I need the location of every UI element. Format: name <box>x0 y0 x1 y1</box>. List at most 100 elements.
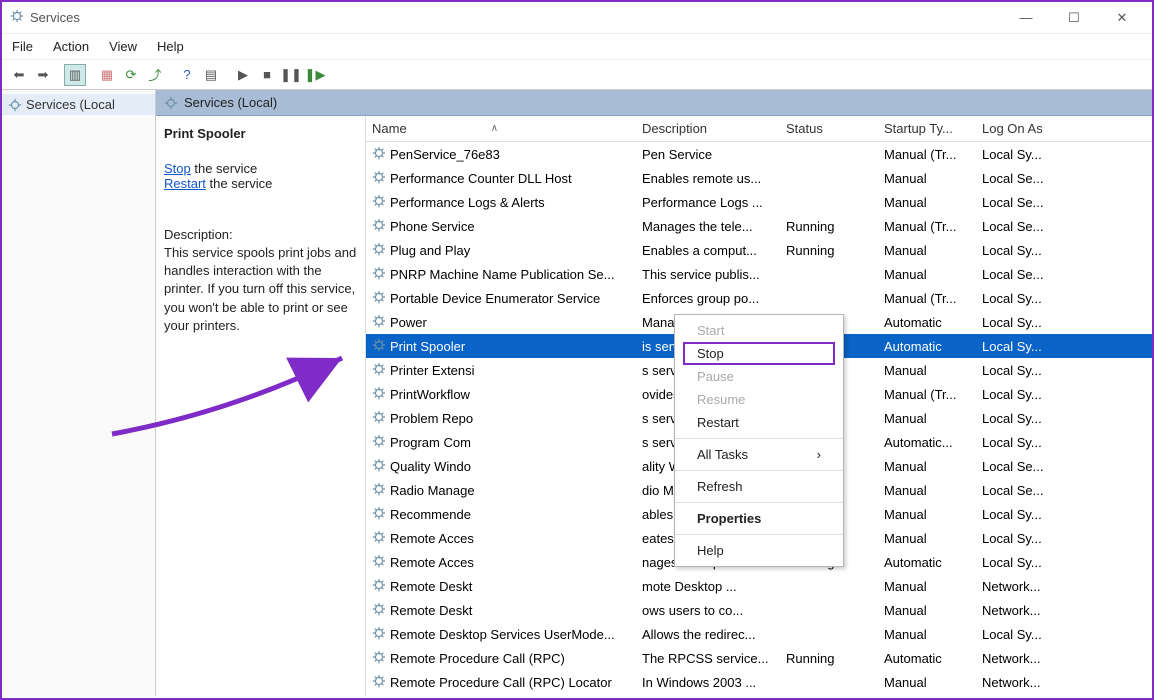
service-desc-cell: This service publis... <box>642 267 786 282</box>
service-row[interactable]: Remote Procedure Call (RPC) LocatorIn Wi… <box>366 670 1152 694</box>
stop-service-button[interactable]: ■ <box>256 64 278 86</box>
gear-icon <box>372 386 386 403</box>
column-header-name[interactable]: Name∧ <box>372 121 642 136</box>
service-name-cell: Plug and Play <box>390 243 470 258</box>
service-startup-cell: Manual <box>884 579 982 594</box>
service-name-cell: Performance Counter DLL Host <box>390 171 572 186</box>
service-name-cell: Phone Service <box>390 219 475 234</box>
service-startup-cell: Manual (Tr... <box>884 387 982 402</box>
refresh-button[interactable]: ⟳ <box>120 64 142 86</box>
service-row[interactable]: Portable Device Enumerator ServiceEnforc… <box>366 286 1152 310</box>
toolbar: ⬅ ➡ ▥ ▦ ⟳ ⤴ ? ▤ ▶ ■ ❚❚ ❚▶ <box>2 60 1152 90</box>
column-header-description[interactable]: Description <box>642 121 786 136</box>
forward-button[interactable]: ➡ <box>32 64 54 86</box>
menu-action[interactable]: Action <box>53 39 89 54</box>
gear-icon <box>372 242 386 259</box>
submenu-arrow-icon: › <box>817 447 821 462</box>
service-row[interactable]: Performance Counter DLL Host Enables remo… <box>366 166 1152 190</box>
description-label: Description: <box>164 227 357 242</box>
menu-help[interactable]: Help <box>157 39 184 54</box>
service-row[interactable]: Remote Desktows users to co...ManualNetw… <box>366 598 1152 622</box>
menu-item-stop[interactable]: Stop <box>683 342 835 365</box>
show-hide-tree-button[interactable]: ▥ <box>64 64 86 86</box>
service-row[interactable]: Remote Desktop Services UserMode...Allow… <box>366 622 1152 646</box>
service-row[interactable]: Performance Logs & AlertsPerformance Log… <box>366 190 1152 214</box>
gear-icon <box>372 362 386 379</box>
tree-node-services-local[interactable]: Services (Local <box>2 94 155 115</box>
service-startup-cell: Manual <box>884 483 982 498</box>
pane-header: Services (Local) <box>156 90 1152 116</box>
service-startup-cell: Manual <box>884 363 982 378</box>
gear-icon <box>372 650 386 667</box>
start-service-button[interactable]: ▶ <box>232 64 254 86</box>
properties-button[interactable]: ▦ <box>96 64 118 86</box>
service-startup-cell: Manual <box>884 531 982 546</box>
context-menu: Start Stop Pause Resume Restart All Task… <box>674 314 844 567</box>
gear-icon <box>372 578 386 595</box>
service-logon-cell: Local Se... <box>982 483 1092 498</box>
menu-item-resume: Resume <box>675 388 843 411</box>
gear-icon <box>372 338 386 355</box>
service-name-cell: Remote Acces <box>390 555 474 570</box>
menu-item-refresh[interactable]: Refresh <box>675 475 843 498</box>
help-button[interactable]: ? <box>176 64 198 86</box>
description-text: This service spools print jobs and handl… <box>164 244 357 335</box>
service-startup-cell: Manual (Tr... <box>884 219 982 234</box>
service-row[interactable]: PenService_76e83Pen ServiceManual (Tr...… <box>366 142 1152 166</box>
title-bar: Services — ☐ ✕ <box>2 2 1152 34</box>
service-logon-cell: Local Se... <box>982 195 1092 210</box>
gear-icon <box>372 146 386 163</box>
service-name-cell: Quality Windo <box>390 459 471 474</box>
menu-bar: File Action View Help <box>2 34 1152 60</box>
action-button[interactable]: ▤ <box>200 64 222 86</box>
service-row[interactable]: Remote Procedure Call (RPC)The RPCSS ser… <box>366 646 1152 670</box>
service-name-cell: Remote Procedure Call (RPC) Locator <box>390 675 612 690</box>
service-row[interactable]: PNRP Machine Name Publication Se...This … <box>366 262 1152 286</box>
gear-icon <box>372 626 386 643</box>
column-header-status[interactable]: Status <box>786 121 884 136</box>
menu-item-all-tasks[interactable]: All Tasks› <box>675 443 843 466</box>
service-name-cell: Remote Desktop Services UserMode... <box>390 627 615 642</box>
service-name-cell: Remote Acces <box>390 531 474 546</box>
selected-service-name: Print Spooler <box>164 126 357 141</box>
menu-item-properties[interactable]: Properties <box>675 507 843 530</box>
service-desc-cell: ows users to co... <box>642 603 786 618</box>
service-name-cell: Printer Extensi <box>390 363 475 378</box>
service-startup-cell: Manual <box>884 267 982 282</box>
service-logon-cell: Local Sy... <box>982 387 1092 402</box>
service-name-cell: Remote Deskt <box>390 603 472 618</box>
tree-node-label: Services (Local <box>26 97 115 112</box>
service-startup-cell: Manual <box>884 603 982 618</box>
restart-service-link[interactable]: Restart <box>164 176 206 191</box>
service-name-cell: Performance Logs & Alerts <box>390 195 545 210</box>
minimize-button[interactable]: — <box>1012 10 1040 26</box>
column-header-logon[interactable]: Log On As <box>982 121 1092 136</box>
maximize-button[interactable]: ☐ <box>1060 10 1088 26</box>
gear-icon <box>372 314 386 331</box>
menu-item-help[interactable]: Help <box>675 539 843 562</box>
gear-icon <box>372 434 386 451</box>
restart-service-button[interactable]: ❚▶ <box>304 64 326 86</box>
back-button[interactable]: ⬅ <box>8 64 30 86</box>
service-startup-cell: Manual <box>884 195 982 210</box>
menu-item-restart[interactable]: Restart <box>675 411 843 434</box>
pause-service-button[interactable]: ❚❚ <box>280 64 302 86</box>
gear-icon <box>372 458 386 475</box>
service-desc-cell: Enables remote us... <box>642 171 786 186</box>
service-row[interactable]: Plug and PlayEnables a comput...RunningM… <box>366 238 1152 262</box>
menu-view[interactable]: View <box>109 39 137 54</box>
service-detail-panel: Print Spooler Stop the service Restart t… <box>156 116 366 696</box>
menu-file[interactable]: File <box>12 39 33 54</box>
close-button[interactable]: ✕ <box>1108 10 1136 26</box>
stop-service-link[interactable]: Stop <box>164 161 191 176</box>
column-header-startup[interactable]: Startup Ty... <box>884 121 982 136</box>
service-row[interactable]: Phone ServiceManages the tele...RunningM… <box>366 214 1152 238</box>
service-desc-cell: mote Desktop ... <box>642 579 786 594</box>
service-row[interactable]: Remote Desktmote Desktop ...ManualNetwor… <box>366 574 1152 598</box>
service-logon-cell: Local Sy... <box>982 147 1092 162</box>
service-desc-cell: The RPCSS service... <box>642 651 786 666</box>
service-startup-cell: Manual <box>884 171 982 186</box>
service-logon-cell: Local Se... <box>982 267 1092 282</box>
export-button[interactable]: ⤴ <box>144 64 166 86</box>
service-startup-cell: Manual <box>884 459 982 474</box>
